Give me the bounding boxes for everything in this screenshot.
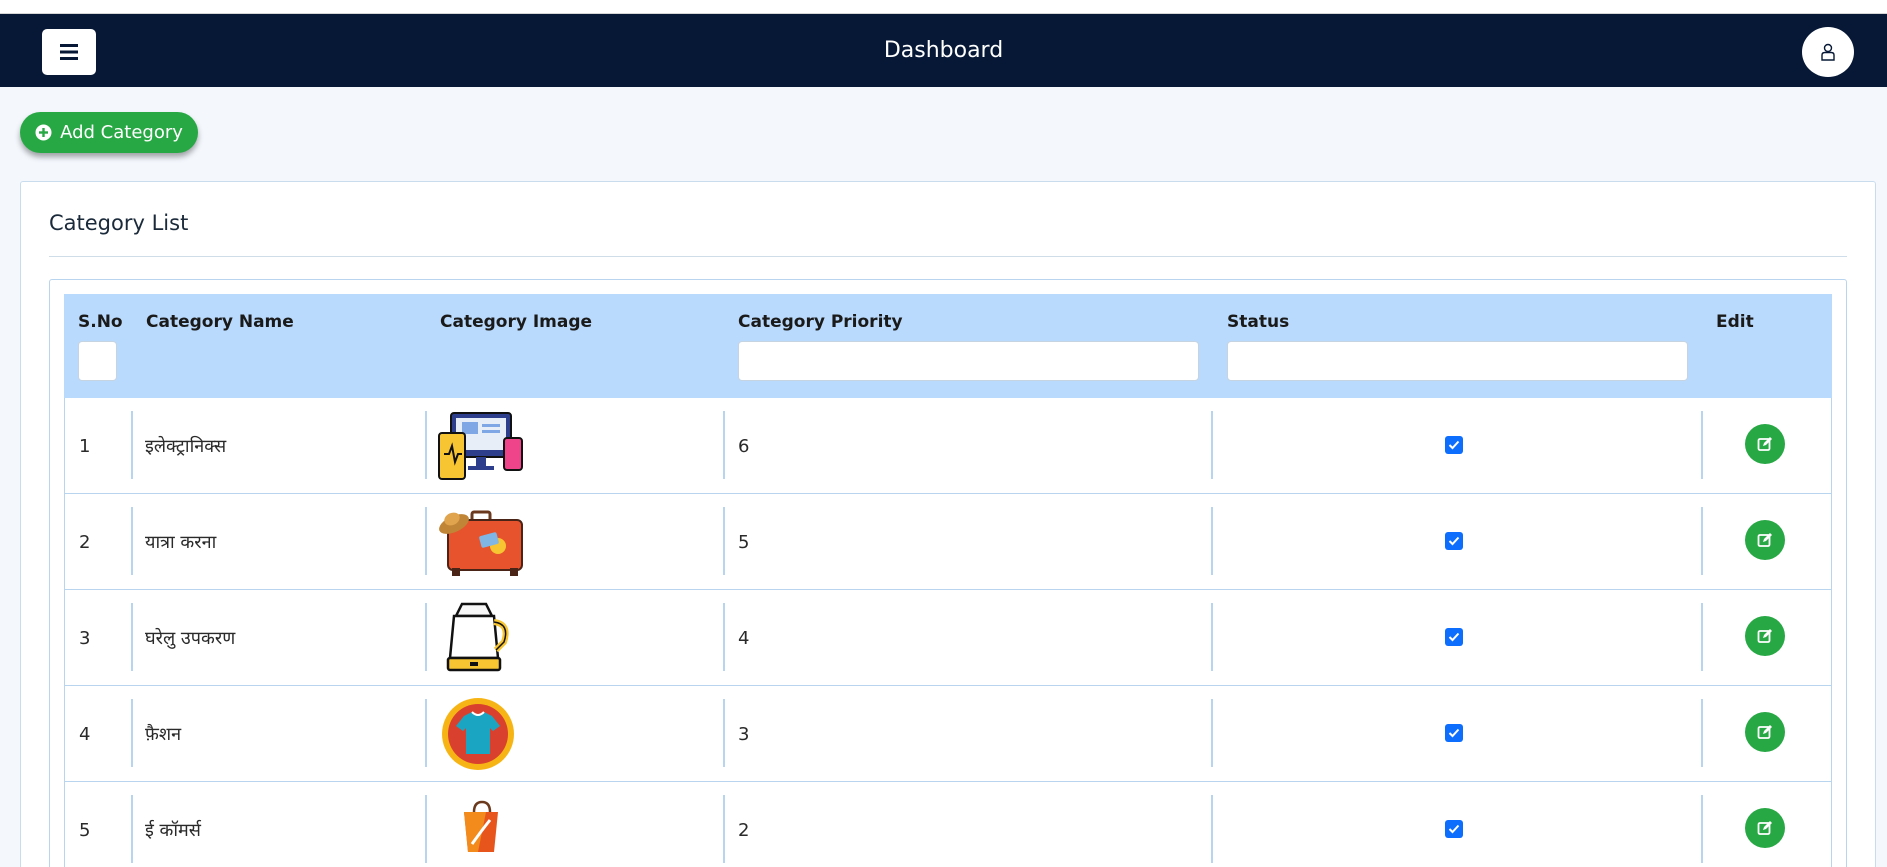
browser-top-strip [0, 0, 1887, 14]
column-separator [1211, 699, 1213, 767]
column-separator [1701, 411, 1703, 479]
edit-icon [1757, 725, 1772, 739]
column-separator [1211, 603, 1213, 671]
user-icon [1821, 43, 1835, 61]
category-table: S.No Category Name Category Image Catego… [49, 279, 1847, 867]
status-checkbox[interactable] [1445, 532, 1463, 550]
status-filter-input[interactable] [1227, 341, 1688, 381]
column-separator [131, 699, 133, 767]
column-separator [1211, 795, 1213, 863]
column-header-status: Status [1227, 312, 1290, 332]
priority-filter-input[interactable] [738, 341, 1199, 381]
column-separator [723, 699, 725, 767]
column-separator [1701, 603, 1703, 671]
cell-category-name: इलेक्ट्रानिक्स [145, 436, 227, 457]
page-title: Dashboard [883, 38, 1004, 63]
table-row: 2 यात्रा करना 5 [64, 494, 1832, 590]
column-separator [425, 795, 427, 863]
card-divider [49, 256, 1847, 257]
travel-suitcase-image [438, 506, 524, 578]
column-separator [1701, 795, 1703, 863]
edit-button[interactable] [1745, 424, 1785, 464]
column-header-edit: Edit [1716, 312, 1754, 332]
column-separator [1701, 507, 1703, 575]
column-separator [425, 507, 427, 575]
edit-button[interactable] [1745, 616, 1785, 656]
edit-icon [1757, 437, 1772, 451]
table-row: 4 फ़ैशन 3 [64, 686, 1832, 782]
cell-priority: 3 [738, 723, 750, 745]
column-separator [1701, 699, 1703, 767]
edit-icon [1757, 533, 1772, 547]
cell-sno: 4 [79, 723, 91, 745]
cell-sno: 1 [79, 435, 91, 457]
column-header-priority: Category Priority [738, 312, 903, 332]
shopping-bag-image [438, 794, 524, 866]
category-list-card: Category List S.No Category Name Categor… [20, 181, 1876, 867]
check-icon [1448, 728, 1460, 738]
kettle-image [438, 602, 524, 674]
column-header-name: Category Name [146, 312, 294, 332]
plus-circle-icon [35, 124, 52, 141]
column-header-image: Category Image [440, 312, 593, 332]
sno-filter-input[interactable] [78, 341, 117, 381]
table-header: S.No Category Name Category Image Catego… [64, 294, 1832, 398]
column-separator [425, 699, 427, 767]
table-row: 5 ई कॉमर्स 2 [64, 782, 1832, 867]
status-checkbox[interactable] [1445, 724, 1463, 742]
column-header-sno: S.No [78, 312, 123, 332]
cell-priority: 2 [738, 819, 750, 841]
cell-category-name: ई कॉमर्स [145, 820, 201, 841]
table-row: 3 घरेलु उपकरण 4 [64, 590, 1832, 686]
check-icon [1448, 440, 1460, 450]
top-navbar: Dashboard [0, 14, 1887, 87]
cell-sno: 5 [79, 819, 91, 841]
add-category-button[interactable]: Add Category [20, 112, 198, 153]
column-separator [131, 603, 133, 671]
column-separator [723, 603, 725, 671]
edit-icon [1757, 821, 1772, 835]
check-icon [1448, 824, 1460, 834]
cell-category-name: यात्रा करना [145, 532, 217, 553]
cell-category-name: फ़ैशन [145, 724, 182, 745]
electronics-image [438, 410, 524, 482]
column-separator [723, 507, 725, 575]
column-separator [425, 603, 427, 671]
check-icon [1448, 632, 1460, 642]
status-checkbox[interactable] [1445, 628, 1463, 646]
edit-button[interactable] [1745, 712, 1785, 752]
check-icon [1448, 536, 1460, 546]
column-separator [723, 795, 725, 863]
column-separator [131, 507, 133, 575]
tshirt-image [438, 698, 524, 770]
column-separator [131, 795, 133, 863]
column-separator [723, 411, 725, 479]
card-title: Category List [49, 211, 189, 235]
edit-icon [1757, 629, 1772, 643]
column-separator [425, 411, 427, 479]
cell-sno: 2 [79, 531, 91, 553]
edit-button[interactable] [1745, 808, 1785, 848]
add-category-label: Add Category [60, 122, 183, 143]
column-separator [131, 411, 133, 479]
cell-sno: 3 [79, 627, 91, 649]
edit-button[interactable] [1745, 520, 1785, 560]
cell-category-name: घरेलु उपकरण [145, 628, 236, 649]
table-row: 1 इलेक्ट्रानिक्स 6 [64, 398, 1832, 494]
user-profile-button[interactable] [1802, 27, 1854, 77]
cell-priority: 4 [738, 627, 750, 649]
cell-priority: 6 [738, 435, 750, 457]
status-checkbox[interactable] [1445, 436, 1463, 454]
column-separator [1211, 411, 1213, 479]
column-separator [1211, 507, 1213, 575]
status-checkbox[interactable] [1445, 820, 1463, 838]
cell-priority: 5 [738, 531, 750, 553]
